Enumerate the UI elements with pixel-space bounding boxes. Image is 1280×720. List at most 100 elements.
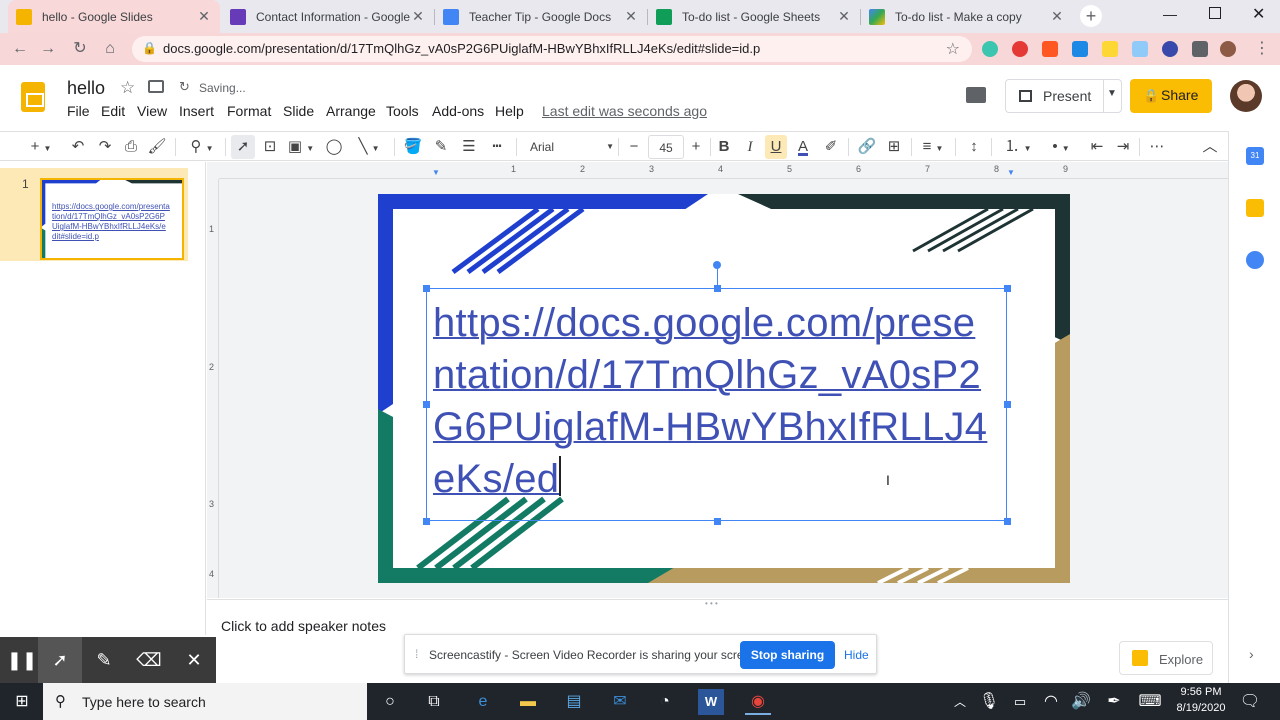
slide-canvas[interactable]: https://docs.google.com/presentation/d/1…: [378, 194, 1070, 583]
zoom-icon[interactable]: ⚲ ▼: [184, 135, 220, 159]
tab-todo-sheets[interactable]: To-do list - Google Sheets ✕: [648, 0, 860, 33]
volume-icon[interactable]: 🔊: [1068, 689, 1094, 715]
cursor-tool-icon[interactable]: ➚: [38, 637, 82, 683]
insert-link-icon[interactable]: 🔗: [856, 135, 878, 159]
present-button[interactable]: Present ▼: [1005, 79, 1122, 113]
reload-icon[interactable]: ↻: [68, 37, 92, 61]
account-avatar[interactable]: [1230, 80, 1262, 112]
resize-handle[interactable]: [1004, 285, 1011, 292]
calendar-icon[interactable]: 31: [1246, 147, 1264, 165]
mail-icon[interactable]: ✉: [607, 689, 633, 715]
clock-date[interactable]: 8/19/2020: [1172, 702, 1230, 714]
extension-k-icon[interactable]: [1162, 41, 1178, 57]
slide-thumbnail-selection[interactable]: 1 https://docs.google.com/presentation/d…: [0, 168, 188, 261]
menu-help[interactable]: Help: [495, 103, 524, 119]
underline-icon[interactable]: U: [765, 135, 787, 159]
expand-panel-icon[interactable]: ›: [1249, 646, 1254, 662]
network-icon[interactable]: ◠: [1038, 689, 1064, 715]
increase-indent-icon[interactable]: ⇥: [1112, 135, 1134, 159]
highlight-color-icon[interactable]: ✐: [820, 135, 842, 159]
notifications-icon[interactable]: 🗨: [1237, 689, 1263, 715]
present-dropdown-icon[interactable]: ▼: [1107, 88, 1117, 99]
move-folder-icon[interactable]: [148, 80, 164, 93]
last-edit-link[interactable]: Last edit was seconds ago: [542, 103, 707, 119]
lock-icon[interactable]: 🔒: [142, 41, 157, 55]
border-color-icon[interactable]: ✎: [430, 135, 452, 159]
slide-link-text[interactable]: https://docs.google.com/presentation/d/1…: [433, 297, 993, 505]
extension-z-icon[interactable]: [1102, 41, 1118, 57]
extension-doc-icon[interactable]: [1132, 41, 1148, 57]
decrease-indent-icon[interactable]: ⇤: [1086, 135, 1108, 159]
forward-arrow-icon[interactable]: →: [36, 37, 60, 61]
profile-avatar-icon[interactable]: [1220, 41, 1236, 57]
photos-icon[interactable]: ◔: [652, 689, 678, 715]
back-arrow-icon[interactable]: ←: [8, 37, 32, 61]
extension-screenshot-icon[interactable]: [1072, 41, 1088, 57]
select-tool-icon[interactable]: ➚: [231, 135, 255, 159]
stop-sharing-button[interactable]: Stop sharing: [740, 641, 835, 669]
pen-tool-icon[interactable]: ✎: [82, 637, 126, 683]
document-title[interactable]: hello: [67, 78, 105, 99]
tasks-icon[interactable]: [1246, 251, 1264, 269]
image-icon[interactable]: ▣ ▼: [285, 135, 317, 159]
star-icon[interactable]: ☆: [120, 78, 135, 98]
rotate-handle[interactable]: [713, 261, 721, 269]
menu-arrange[interactable]: Arrange: [326, 103, 376, 119]
tab-contact-information[interactable]: Contact Information - Google ✕: [222, 0, 434, 33]
close-tab-icon[interactable]: ✕: [1049, 8, 1065, 25]
extension-grammarly-icon[interactable]: [982, 41, 998, 57]
edge-icon[interactable]: e: [470, 689, 496, 715]
selected-text-box[interactable]: https://docs.google.com/presentation/d/1…: [423, 261, 1011, 525]
eraser-tool-icon[interactable]: ⌫: [127, 637, 171, 683]
text-color-icon[interactable]: A: [792, 135, 814, 159]
redo-icon[interactable]: ↷: [95, 135, 115, 159]
store-icon[interactable]: ▤: [561, 689, 587, 715]
resize-handle[interactable]: [714, 518, 721, 525]
pen-workspace-icon[interactable]: ✒: [1101, 689, 1127, 715]
add-comment-icon[interactable]: ⊞: [883, 135, 905, 159]
new-tab-button[interactable]: +: [1080, 5, 1102, 27]
undo-icon[interactable]: ↶: [68, 135, 88, 159]
taskbar-search[interactable]: ⚲ Type here to search: [43, 683, 367, 720]
close-controls-icon[interactable]: ✕: [172, 637, 216, 683]
explore-button[interactable]: Explore: [1119, 641, 1213, 675]
vertical-ruler[interactable]: 1 2 3 4: [207, 179, 219, 598]
new-slide-icon[interactable]: + ▼: [26, 135, 56, 159]
battery-icon[interactable]: ▭: [1007, 689, 1033, 715]
notes-resize-handle[interactable]: • • •: [705, 599, 718, 608]
slides-logo-icon[interactable]: [21, 82, 45, 112]
menu-tools[interactable]: Tools: [386, 103, 419, 119]
show-hidden-icons-icon[interactable]: ︿: [947, 689, 973, 715]
horizontal-ruler[interactable]: 1 2 3 4 5 6 7 8 9 ▼ ▼: [219, 162, 1228, 179]
keep-icon[interactable]: [1246, 199, 1264, 217]
minimize-window-icon[interactable]: —: [1163, 6, 1177, 22]
border-weight-icon[interactable]: ☰: [458, 135, 480, 159]
chrome-icon[interactable]: ◉: [745, 689, 771, 715]
print-icon[interactable]: ⎙: [121, 135, 141, 159]
increase-font-size-icon[interactable]: +: [686, 135, 706, 159]
drag-handle-icon[interactable]: ⁞: [415, 647, 418, 661]
line-icon[interactable]: ╲ ▼: [351, 135, 387, 159]
microphone-icon[interactable]: 🎙: [976, 689, 1002, 715]
menu-edit[interactable]: Edit: [101, 103, 125, 119]
italic-icon[interactable]: I: [740, 135, 760, 159]
tab-todo-copy[interactable]: To-do list - Make a copy ✕: [861, 0, 1073, 33]
collapse-toolbar-icon[interactable]: ︿: [1198, 135, 1222, 159]
windows-start-icon[interactable]: ⊞: [9, 689, 35, 715]
tab-slides[interactable]: hello - Google Slides ✕: [8, 0, 220, 33]
shape-icon[interactable]: ◯: [323, 135, 345, 159]
speaker-notes[interactable]: • • • Click to add speaker notes: [207, 599, 1228, 635]
menu-add-ons[interactable]: Add-ons: [432, 103, 484, 119]
paint-format-icon[interactable]: 🖌: [147, 135, 167, 159]
border-dash-icon[interactable]: ┅: [486, 135, 508, 159]
task-view-icon[interactable]: ⧉: [421, 689, 447, 715]
address-bar[interactable]: 🔒 docs.google.com/presentation/d/17TmQlh…: [132, 36, 972, 62]
decrease-font-size-icon[interactable]: −: [624, 135, 644, 159]
numbered-list-icon[interactable]: ⒈ ▼: [999, 135, 1037, 159]
line-spacing-icon[interactable]: ↕: [963, 135, 985, 159]
close-window-icon[interactable]: ✕: [1252, 4, 1265, 24]
resize-handle[interactable]: [423, 401, 430, 408]
comment-icon[interactable]: [966, 87, 986, 103]
fill-color-icon[interactable]: 🪣: [402, 135, 424, 159]
tab-teacher-tip[interactable]: Teacher Tip - Google Docs ✕: [435, 0, 647, 33]
